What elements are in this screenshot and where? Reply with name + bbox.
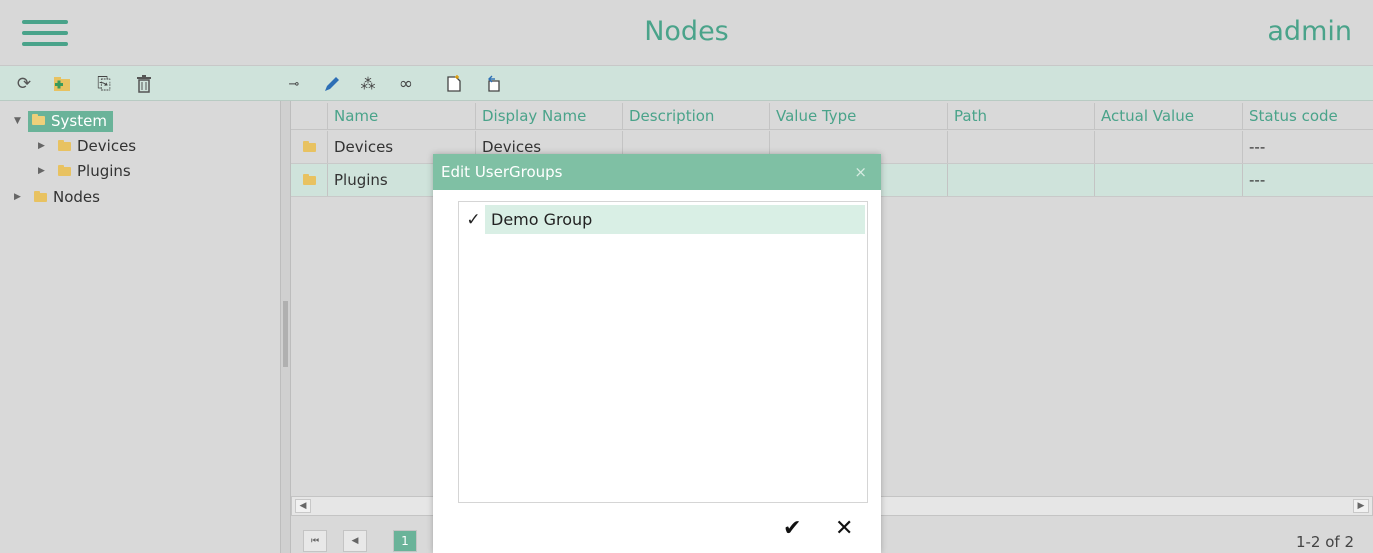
expand-right-icon[interactable]: ▶ (38, 141, 52, 151)
cancel-button[interactable]: ✕ (835, 516, 853, 541)
prev-page-icon[interactable]: ◀ (343, 530, 367, 552)
first-page-icon[interactable]: ⏮ (303, 530, 327, 552)
list-item[interactable]: ✓ Demo Group (462, 205, 865, 234)
pencil-icon[interactable] (320, 72, 344, 96)
new-document-icon[interactable] (442, 72, 466, 96)
column-header-name[interactable]: Name (328, 103, 476, 129)
tree-item-selected: System (28, 110, 113, 132)
user-name[interactable]: admin (1267, 16, 1352, 47)
scroll-right-icon[interactable]: ▶ (1353, 499, 1369, 513)
tree-item-label: System (51, 111, 107, 130)
trash-icon[interactable] (132, 72, 156, 96)
splitter-grip[interactable] (283, 301, 288, 367)
users-icon[interactable]: ⁂ (356, 72, 380, 96)
app-header: Nodes admin (0, 0, 1373, 66)
export-icon[interactable] (482, 72, 506, 96)
cell-path (948, 131, 1095, 163)
menu-icon[interactable] (22, 20, 68, 46)
tree-item-devices[interactable]: ▶ Devices (38, 134, 136, 158)
list-item-label: Demo Group (485, 205, 865, 234)
add-folder-icon[interactable] (50, 72, 74, 96)
key-icon[interactable]: ⊸ (282, 72, 306, 96)
cell-actual-value (1095, 164, 1243, 196)
column-header-icon (291, 103, 328, 129)
close-icon[interactable]: × (854, 163, 867, 181)
scroll-left-icon[interactable]: ◀ (295, 499, 311, 513)
cell-status-code: --- (1249, 171, 1266, 189)
tree-item-nodes[interactable]: ▶ Nodes (14, 185, 100, 209)
import-icon[interactable]: ⎘ (92, 72, 116, 96)
expand-down-icon[interactable]: ▼ (14, 116, 28, 126)
pager-info: 1-2 of 2 (1295, 533, 1354, 551)
tree-item-label: Nodes (53, 188, 100, 206)
node-tree: ▼ System ▶ Devices ▶ Plugins ▶ Nodes (0, 101, 280, 553)
tree-item-system[interactable]: ▼ System (14, 109, 113, 133)
folder-icon (32, 114, 45, 125)
grid-header: Name Display Name Description Value Type… (291, 103, 1373, 130)
folder-icon (291, 164, 328, 196)
folder-icon (291, 131, 328, 163)
dialog-title: Edit UserGroups (441, 163, 563, 181)
toolbar: ⟳ ⎘ ⊸ ⁂ ∞ (0, 66, 1373, 101)
page-title: Nodes (644, 16, 729, 47)
column-header-description[interactable]: Description (623, 103, 770, 129)
column-header-path[interactable]: Path (948, 103, 1095, 129)
tree-item-plugins[interactable]: ▶ Plugins (38, 159, 131, 183)
cell-path (948, 164, 1095, 196)
folder-icon (34, 190, 47, 202)
column-header-actual-value[interactable]: Actual Value (1095, 103, 1243, 129)
dialog-title-bar: Edit UserGroups × (433, 154, 881, 190)
link-icon[interactable]: ∞ (394, 72, 418, 96)
folder-icon (58, 164, 71, 176)
edit-usergroups-dialog: Edit UserGroups × ✓ Demo Group ✔ ✕ (433, 154, 881, 553)
cell-status-code: --- (1249, 138, 1266, 156)
checkmark-icon[interactable]: ✓ (462, 210, 485, 230)
tree-item-label: Plugins (77, 162, 131, 180)
pane-splitter[interactable] (280, 101, 291, 553)
confirm-button[interactable]: ✔ (783, 516, 801, 541)
cell-actual-value (1095, 131, 1243, 163)
expand-right-icon[interactable]: ▶ (38, 166, 52, 176)
folder-icon (58, 139, 71, 151)
page-button-current[interactable]: 1 (393, 530, 417, 552)
column-header-display-name[interactable]: Display Name (476, 103, 623, 129)
tree-item-label: Devices (77, 137, 137, 155)
usergroup-list: ✓ Demo Group (458, 201, 868, 503)
column-header-value-type[interactable]: Value Type (770, 103, 948, 129)
expand-right-icon[interactable]: ▶ (14, 192, 28, 202)
refresh-icon[interactable]: ⟳ (12, 72, 36, 96)
column-header-status-code[interactable]: Status code (1243, 103, 1373, 129)
